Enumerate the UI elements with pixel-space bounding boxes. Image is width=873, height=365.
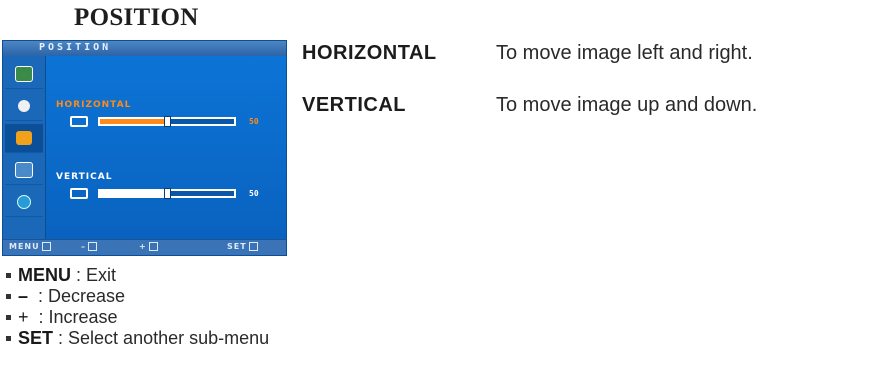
button-legend: MENU : Exit – : Decrease + : Increase SE… <box>4 265 269 349</box>
bullet-icon <box>6 336 11 341</box>
select-icon <box>5 188 43 217</box>
osd-footer-plus: + <box>139 242 158 251</box>
vertical-term: VERTICAL <box>302 94 406 116</box>
legend-item: – : Decrease <box>4 286 269 307</box>
vertical-slider-fill <box>100 191 167 196</box>
minus-key-icon <box>88 242 97 251</box>
horizontal-term: HORIZONTAL <box>302 42 437 64</box>
osd-footer-minus-label: – <box>81 242 86 251</box>
page-heading: POSITION <box>74 4 199 31</box>
osd-footer-set: SET <box>227 242 258 251</box>
osd-title-bar: POSITION <box>3 41 286 56</box>
vertical-description: To move image up and down. <box>496 94 758 116</box>
osd-icon-bar <box>3 56 46 240</box>
horizontal-slider <box>98 116 236 127</box>
osd-vertical-label: VERTICAL <box>56 172 113 182</box>
legend-text: : Increase <box>38 307 118 327</box>
legend-text: : Exit <box>76 265 117 285</box>
legend-key: SET <box>18 328 54 348</box>
legend-text: : Select another sub-menu <box>58 328 270 348</box>
horizontal-slider-fill <box>100 119 167 124</box>
bullet-icon <box>6 294 11 299</box>
setup-icon <box>5 156 43 185</box>
vertical-slider-knob <box>164 188 171 199</box>
osd-title: POSITION <box>39 42 112 53</box>
osd-footer-set-label: SET <box>227 242 247 251</box>
vertical-control-icon <box>70 188 88 199</box>
bullet-icon <box>6 273 11 278</box>
legend-key: MENU <box>18 265 71 285</box>
color-icon <box>5 92 43 121</box>
osd-horizontal-label: HORIZONTAL <box>56 100 132 110</box>
osd-footer-menu-label: MENU <box>9 242 40 251</box>
osd-main-panel: HORIZONTAL 50 VERTICAL 50 <box>46 56 286 240</box>
legend-text: : Decrease <box>38 286 126 306</box>
osd-footer-minus: – <box>81 242 97 251</box>
horizontal-slider-knob <box>164 116 171 127</box>
menu-key-icon <box>41 242 51 251</box>
osd-footer-plus-label: + <box>139 242 147 251</box>
osd-footer-menu: MENU <box>9 242 51 251</box>
vertical-value: 50 <box>249 189 259 198</box>
picture-icon <box>5 60 43 89</box>
horizontal-value: 50 <box>249 117 259 126</box>
legend-key: + <box>18 307 29 327</box>
plus-key-icon <box>148 242 158 251</box>
vertical-slider <box>98 188 236 199</box>
legend-item: MENU : Exit <box>4 265 269 286</box>
position-icon <box>5 124 43 153</box>
horizontal-control-icon <box>70 116 88 127</box>
osd-screenshot: POSITION HORIZONTAL 50 VERTICAL 50 MENU … <box>2 40 287 256</box>
legend-item: SET : Select another sub-menu <box>4 328 269 349</box>
horizontal-description: To move image left and right. <box>496 42 753 64</box>
set-key-icon <box>248 242 258 251</box>
osd-footer: MENU – + SET <box>3 239 286 255</box>
legend-item: + : Increase <box>4 307 269 328</box>
bullet-icon <box>6 315 11 320</box>
legend-key: – <box>18 286 29 306</box>
